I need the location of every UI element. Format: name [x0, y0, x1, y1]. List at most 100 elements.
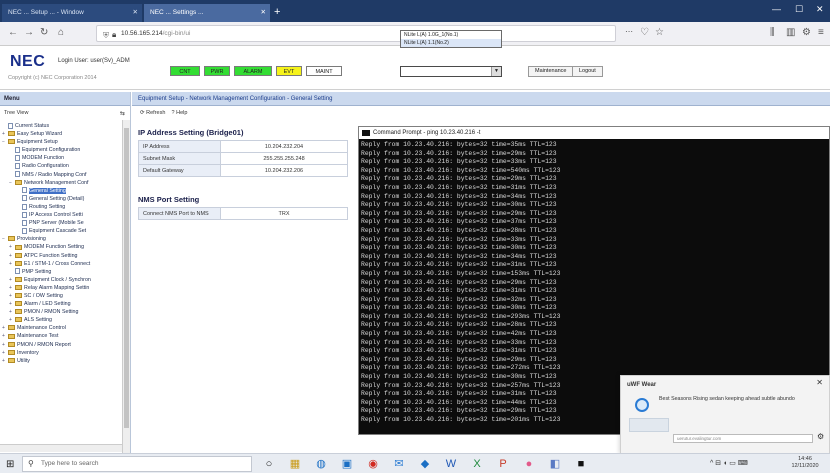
- more-icon[interactable]: ⋯: [625, 27, 633, 36]
- status-pwr[interactable]: PWR: [204, 66, 230, 76]
- close-icon[interactable]: ✕: [816, 378, 823, 387]
- close-icon[interactable]: ✕: [133, 4, 138, 22]
- tree-item[interactable]: − Provisioning: [0, 235, 122, 243]
- tree-item[interactable]: + SC / OW Setting: [0, 292, 122, 300]
- sidebar-icon[interactable]: ▥: [786, 27, 795, 38]
- tree-item[interactable]: + PMON / RMON Setting: [0, 308, 122, 316]
- collapse-icon[interactable]: ⇆: [120, 109, 125, 120]
- tree-item[interactable]: + Maintenance Test: [0, 332, 122, 340]
- maximize-icon[interactable]: ☐: [795, 4, 803, 15]
- refresh-button[interactable]: Refresh: [146, 110, 165, 116]
- logout-button[interactable]: Logout: [572, 66, 603, 77]
- home-icon[interactable]: ⌂: [58, 27, 64, 38]
- content-toolbar: ⟳ Refresh ? Help: [132, 108, 830, 119]
- tree-horizontal-scrollbar[interactable]: [0, 444, 122, 452]
- tree-item[interactable]: + PMON / RMON Report: [0, 341, 122, 349]
- close-window-icon[interactable]: ✕: [816, 4, 824, 15]
- teams-icon[interactable]: ◆: [418, 457, 432, 471]
- tree-item[interactable]: PMP Setting: [0, 268, 122, 276]
- status-alarm[interactable]: ALARM: [234, 66, 272, 76]
- table-value: 10.204.232.206: [220, 164, 348, 177]
- folder-icon: [8, 131, 15, 137]
- tree-item[interactable]: + Alarm / LED Setting: [0, 300, 122, 308]
- tree-item[interactable]: + E1 / STM-1 / Cross Connect: [0, 260, 122, 268]
- tree-item[interactable]: − Equipment Setup: [0, 138, 122, 146]
- browser-tab-2[interactable]: NEC ... Settings ... ✕: [144, 4, 270, 22]
- status-maint[interactable]: MAINT: [306, 66, 342, 76]
- select-option[interactable]: NLite L(A) 1.1(No.2): [401, 39, 501, 47]
- cmd-title-bar[interactable]: Command Prompt - ping 10.23.40.216 -t: [359, 127, 829, 139]
- browser-tab-1[interactable]: NEC ... Setup ... - Window ✕: [2, 4, 142, 22]
- tree-item[interactable]: + Equipment Clock / Synchron: [0, 276, 122, 284]
- status-evt[interactable]: EVT: [276, 66, 302, 76]
- status-cnt[interactable]: CNT: [170, 66, 200, 76]
- bookmark-star-icon[interactable]: ☆: [655, 27, 664, 38]
- document-icon: [22, 187, 27, 194]
- maintenance-button[interactable]: Maintenance: [528, 66, 574, 77]
- tree-item[interactable]: IP Access Control Setti: [0, 211, 122, 219]
- close-icon[interactable]: ✕: [261, 4, 266, 22]
- chevron-down-icon[interactable]: ▼: [491, 67, 501, 76]
- app-icon[interactable]: ◧: [548, 457, 562, 471]
- tree-item[interactable]: + Maintenance Control: [0, 324, 122, 332]
- help-icon[interactable]: ?: [172, 110, 175, 116]
- terminal-taskbar-icon[interactable]: ■: [574, 457, 588, 471]
- library-icon[interactable]: ⫼: [770, 27, 775, 38]
- tree-item[interactable]: NMS / Radio Mapping Conf: [0, 171, 122, 179]
- word-icon[interactable]: W: [444, 457, 458, 471]
- store-icon[interactable]: ▣: [340, 457, 354, 471]
- help-button[interactable]: Help: [176, 110, 187, 116]
- tree-item[interactable]: General Setting (Detail): [0, 195, 122, 203]
- tree-item[interactable]: MODEM Function: [0, 154, 122, 162]
- settings-gear-icon[interactable]: ⚙: [817, 432, 824, 441]
- tree-item[interactable]: + ATPC Function Setting: [0, 252, 122, 260]
- tree-item-label: SC / OW Setting: [24, 292, 63, 299]
- tree-item-label: Radio Configuration: [22, 163, 69, 170]
- cmd-line: Reply from 10.23.40.216: bytes=32 time=2…: [361, 355, 557, 363]
- url-bar[interactable]: ⛨ 🔒︎ 10.56.165.214/cgi-bin/ui: [96, 25, 616, 42]
- system-tray-icons[interactable]: ^ ⊟ ◖ ▭ ⌨: [710, 459, 748, 467]
- forward-icon[interactable]: →: [24, 27, 34, 38]
- menu-icon[interactable]: ≡: [818, 27, 824, 38]
- tree-item[interactable]: + Utility: [0, 357, 122, 365]
- task-view-icon[interactable]: ○: [262, 457, 276, 471]
- tree-item[interactable]: General Setting: [0, 187, 122, 195]
- tree-item[interactable]: + Easy Setup Wizard: [0, 130, 122, 138]
- extension-icon[interactable]: ⚙: [802, 27, 811, 38]
- reload-icon[interactable]: ↻: [40, 27, 48, 38]
- back-icon[interactable]: ←: [8, 27, 18, 38]
- new-tab-button[interactable]: +: [274, 4, 280, 20]
- windows-start-icon[interactable]: ⊞: [6, 459, 14, 470]
- file-explorer-icon[interactable]: ▦: [288, 457, 302, 471]
- tree-item[interactable]: Routing Setting: [0, 203, 122, 211]
- tree-item[interactable]: Radio Configuration: [0, 162, 122, 170]
- equipment-select[interactable]: ▼: [400, 66, 502, 77]
- select-option[interactable]: NLite L(A) 1.0G_1(No.1): [401, 31, 501, 39]
- app-icon[interactable]: ●: [522, 457, 536, 471]
- taskbar-clock[interactable]: 14:46 12/11/2020: [790, 456, 820, 470]
- tree-item[interactable]: + ALS Setting: [0, 316, 122, 324]
- notification-reply-input[interactable]: uerutur.evalingtur.com: [673, 434, 813, 443]
- edge-icon[interactable]: ◍: [314, 457, 328, 471]
- refresh-icon[interactable]: ⟳: [140, 110, 145, 116]
- taskbar-search-input[interactable]: ⚲ Type here to search: [22, 456, 252, 472]
- tree-item[interactable]: Equipment Cascade Set: [0, 227, 122, 235]
- chrome-icon[interactable]: ◉: [366, 457, 380, 471]
- pocket-icon[interactable]: ♡: [640, 27, 649, 38]
- minimize-icon[interactable]: —: [772, 4, 781, 14]
- tree-item[interactable]: PNP Server (Mobile Se: [0, 219, 122, 227]
- tree-item[interactable]: + Relay Alarm Mapping Settin: [0, 284, 122, 292]
- tree-item[interactable]: Equipment Configuration: [0, 146, 122, 154]
- document-icon: [15, 268, 20, 275]
- tree-vertical-scrollbar[interactable]: [122, 120, 130, 453]
- scroll-thumb[interactable]: [124, 128, 129, 428]
- tree-item[interactable]: − Network Management Conf: [0, 179, 122, 187]
- excel-icon[interactable]: X: [470, 457, 484, 471]
- outlook-icon[interactable]: ✉: [392, 457, 406, 471]
- tree-item[interactable]: + Inventory: [0, 349, 122, 357]
- wifi-notification[interactable]: uWF Wear ✕ Best Seasons Rising sedan kee…: [620, 375, 830, 455]
- tree-item[interactable]: Current Status: [0, 122, 122, 130]
- cmd-line: Reply from 10.23.40.216: bytes=32 time=5…: [361, 166, 561, 174]
- tree-item[interactable]: + MODEM Function Setting: [0, 243, 122, 251]
- powerpoint-icon[interactable]: P: [496, 457, 510, 471]
